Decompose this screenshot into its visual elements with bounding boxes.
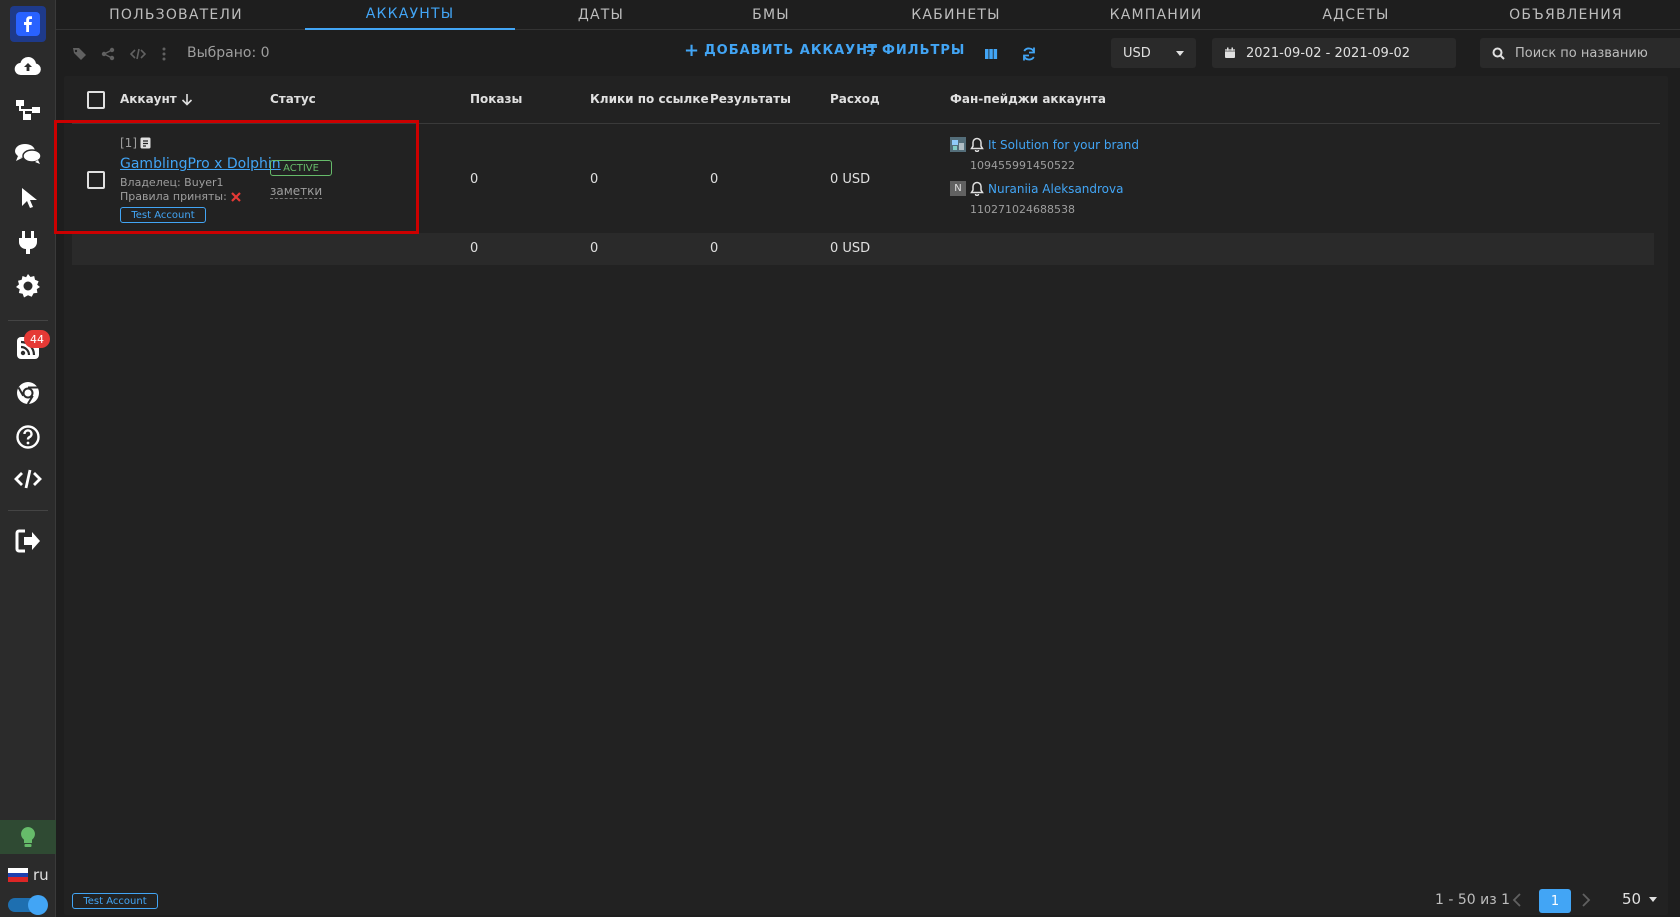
- fanpage-id: 110271024688538: [970, 203, 1075, 216]
- tab-users[interactable]: ПОЛЬЗОВАТЕЛИ: [76, 0, 276, 30]
- sort-down-icon: [181, 93, 192, 106]
- tab-dates[interactable]: ДАТЫ: [551, 0, 651, 30]
- tab-ads[interactable]: ОБЪЯВЛЕНИЯ: [1476, 0, 1656, 30]
- prev-page-icon[interactable]: [1512, 893, 1522, 907]
- logout-icon[interactable]: [10, 523, 46, 559]
- tab-bar: ПОЛЬЗОВАТЕЛИ АККАУНТЫ ДАТЫ БМЫ КАБИНЕТЫ …: [56, 0, 1680, 30]
- fanpage-link[interactable]: It Solution for your brand: [988, 138, 1139, 152]
- chrome-icon[interactable]: [10, 375, 46, 411]
- totals-row: 0 0 0 0 USD: [72, 233, 1654, 265]
- ru-flag-icon: [8, 868, 28, 883]
- selected-count: Выбрано: 0: [187, 45, 270, 61]
- row-index-label: [1]: [120, 136, 137, 150]
- page-avatar-image: [950, 137, 966, 152]
- bell-icon[interactable]: [970, 137, 984, 152]
- total-spend: 0 USD: [830, 241, 871, 256]
- header-results[interactable]: Результаты: [710, 92, 791, 106]
- columns-icon[interactable]: [981, 44, 1001, 64]
- per-page-value: 50: [1622, 890, 1642, 908]
- hierarchy-icon[interactable]: [10, 92, 46, 128]
- header-divider: [72, 123, 1660, 124]
- more-vert-icon[interactable]: [154, 44, 174, 64]
- select-all-checkbox[interactable]: [87, 91, 105, 109]
- header-account-label: Аккаунт: [120, 92, 177, 106]
- header-account[interactable]: Аккаунт: [120, 92, 193, 106]
- cloud-upload-icon[interactable]: [10, 48, 46, 84]
- comments-icon[interactable]: [10, 136, 46, 172]
- test-account-tag[interactable]: Test Account: [120, 207, 206, 223]
- account-owner: Владелец: Buyer1: [120, 176, 224, 189]
- header-fanpages[interactable]: Фан-пейджи аккаунта: [950, 92, 1106, 106]
- bell-icon[interactable]: [970, 181, 984, 196]
- settings-icon[interactable]: [10, 268, 46, 304]
- bulb-icon[interactable]: [0, 820, 56, 854]
- code-icon[interactable]: [10, 461, 46, 497]
- header-status[interactable]: Статус: [270, 92, 316, 106]
- sidebar: 44 ru: [0, 0, 56, 917]
- plus-icon: +: [684, 40, 701, 61]
- filters-button[interactable]: ФИЛЬТРЫ: [864, 43, 965, 58]
- cursor-icon[interactable]: [10, 180, 46, 216]
- page-avatar-letter: N: [950, 181, 966, 196]
- footer-test-account-tag[interactable]: Test Account: [72, 893, 158, 909]
- row-clicks: 0: [590, 172, 599, 187]
- filter-icon: [865, 45, 877, 56]
- calendar-icon: [1225, 47, 1235, 58]
- add-account-button[interactable]: + ДОБАВИТЬ АККАУНТ: [684, 40, 878, 61]
- account-rules: Правила приняты:: [120, 190, 241, 203]
- total-impressions: 0: [470, 241, 479, 256]
- code-small-icon[interactable]: [128, 44, 148, 64]
- facebook-icon[interactable]: [10, 6, 46, 42]
- notes-link[interactable]: заметки: [270, 184, 323, 199]
- row-checkbox[interactable]: [87, 171, 105, 189]
- row-index: [1]: [120, 136, 137, 150]
- search-icon: [1492, 47, 1505, 60]
- plug-icon[interactable]: [10, 224, 46, 260]
- header-clicks[interactable]: Клики по ссылке: [590, 92, 709, 106]
- tab-campaigns[interactable]: КАМПАНИИ: [1076, 0, 1236, 30]
- search-box: [1480, 38, 1680, 68]
- currency-select[interactable]: USD: [1111, 38, 1196, 68]
- note-icon[interactable]: [140, 137, 151, 149]
- add-account-label: ДОБАВИТЬ АККАУНТ: [704, 43, 878, 58]
- rules-label: Правила приняты:: [120, 190, 227, 203]
- theme-toggle[interactable]: [8, 895, 48, 915]
- currency-value: USD: [1123, 45, 1151, 61]
- row-spend: 0 USD: [830, 172, 871, 187]
- per-page-select[interactable]: 50: [1622, 890, 1658, 908]
- filters-label: ФИЛЬТРЫ: [882, 43, 966, 58]
- language-label: ru: [33, 866, 49, 884]
- next-page-icon[interactable]: [1581, 893, 1591, 907]
- account-name-link[interactable]: GamblingPro x Dolphin: [120, 156, 281, 172]
- close-icon: [231, 191, 241, 202]
- header-spend[interactable]: Расход: [830, 92, 880, 106]
- caret-down-icon: [1176, 50, 1184, 56]
- row-results: 0: [710, 172, 719, 187]
- caret-down-icon: [1649, 896, 1658, 902]
- tags-icon[interactable]: [70, 44, 90, 64]
- header-impressions[interactable]: Показы: [470, 92, 522, 106]
- tab-bms[interactable]: БМЫ: [721, 0, 821, 30]
- share-icon[interactable]: [98, 44, 118, 64]
- pagination-range: 1 - 50 из 1: [1435, 892, 1511, 908]
- accounts-table: Аккаунт Статус Показы Клики по ссылке Ре…: [64, 76, 1668, 915]
- date-range-value: 2021-09-02 - 2021-09-02: [1246, 45, 1411, 61]
- status-badge: ACTIVE: [270, 160, 332, 176]
- row-impressions: 0: [470, 172, 479, 187]
- page-button-current[interactable]: 1: [1539, 889, 1571, 913]
- language-selector[interactable]: ru: [8, 866, 49, 884]
- fanpage-link[interactable]: Nuraniia Aleksandrova: [988, 182, 1123, 196]
- total-clicks: 0: [590, 241, 599, 256]
- toolbar: Выбрано: 0 + ДОБАВИТЬ АККАУНТ ФИЛЬТРЫ US…: [56, 30, 1680, 76]
- total-results: 0: [710, 241, 719, 256]
- search-input[interactable]: [1515, 45, 1680, 61]
- tab-adsets[interactable]: АДСЕТЫ: [1286, 0, 1426, 30]
- help-icon[interactable]: [10, 419, 46, 455]
- tab-accounts[interactable]: АККАУНТЫ: [305, 0, 515, 30]
- notifications-badge: 44: [24, 330, 50, 348]
- refresh-icon[interactable]: [1019, 44, 1039, 64]
- tab-cabinets[interactable]: КАБИНЕТЫ: [876, 0, 1036, 30]
- date-range-picker[interactable]: 2021-09-02 - 2021-09-02: [1212, 38, 1456, 68]
- fanpage-id: 109455991450522: [970, 159, 1075, 172]
